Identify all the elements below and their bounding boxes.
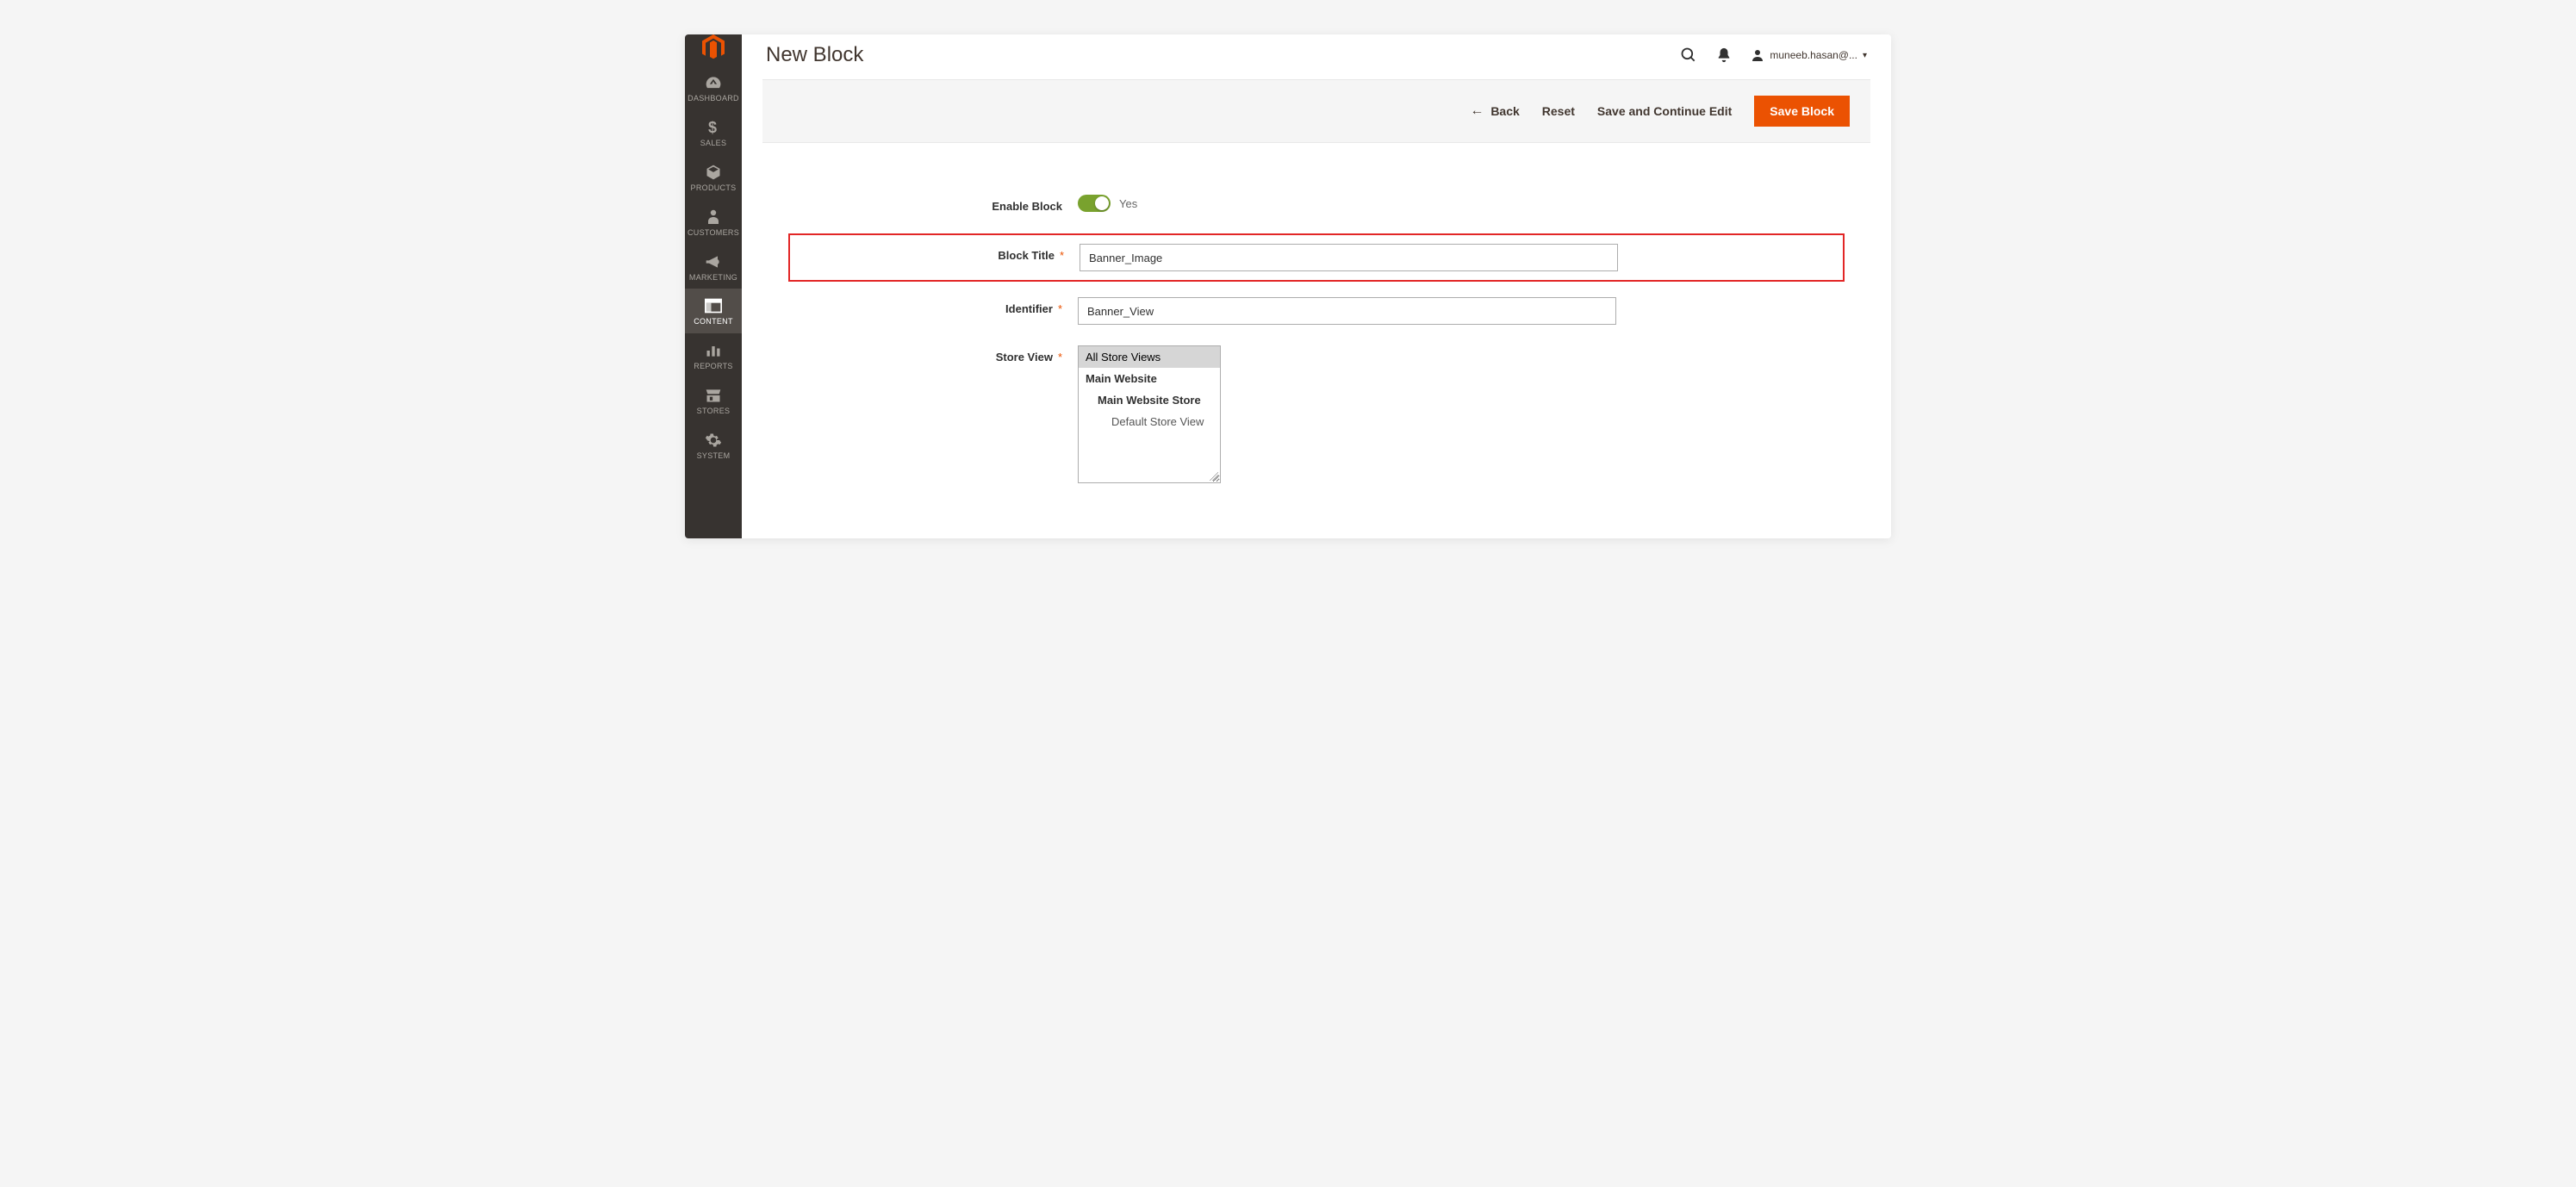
arrow-left-icon: ← xyxy=(1470,103,1484,119)
svg-text:$: $ xyxy=(708,119,717,136)
sidebar-item-label: CUSTOMERS xyxy=(688,229,739,238)
storefront-icon xyxy=(705,387,722,404)
sidebar-item-customers[interactable]: CUSTOMERS xyxy=(685,200,742,245)
box-icon xyxy=(705,164,722,181)
person-icon xyxy=(706,208,720,226)
user-display-name: muneeb.hasan@... xyxy=(1770,49,1857,61)
sidebar-item-label: SYSTEM xyxy=(697,452,731,461)
megaphone-icon xyxy=(705,253,722,270)
sidebar-item-reports[interactable]: REPORTS xyxy=(685,333,742,378)
sidebar-item-label: SALES xyxy=(700,140,727,148)
store-view-option-main-website-store[interactable]: Main Website Store xyxy=(1079,389,1220,411)
form-field-col: Yes xyxy=(1078,195,1616,212)
sidebar-item-label: STORES xyxy=(697,407,731,416)
enable-block-row: Enable Block Yes xyxy=(793,195,1839,213)
sidebar-item-label: CONTENT xyxy=(694,318,733,326)
form-label-col: Identifier * xyxy=(793,297,1078,315)
sidebar-item-label: MARKETING xyxy=(689,274,737,283)
store-view-option-all[interactable]: All Store Views xyxy=(1079,346,1220,368)
magento-logo[interactable] xyxy=(685,34,742,65)
search-icon[interactable] xyxy=(1680,47,1697,64)
identifier-label: Identifier xyxy=(1005,302,1053,315)
dollar-icon: $ xyxy=(706,119,720,136)
required-indicator: * xyxy=(1058,351,1062,364)
enable-block-label: Enable Block xyxy=(992,200,1062,213)
caret-down-icon: ▾ xyxy=(1863,51,1867,60)
sidebar-item-label: DASHBOARD xyxy=(688,95,739,103)
save-continue-button[interactable]: Save and Continue Edit xyxy=(1597,104,1732,118)
reset-label: Reset xyxy=(1542,104,1575,118)
user-account-menu[interactable]: muneeb.hasan@... ▾ xyxy=(1751,48,1867,62)
required-indicator: * xyxy=(1058,302,1062,315)
sidebar-item-label: PRODUCTS xyxy=(691,184,737,193)
block-title-label: Block Title xyxy=(998,249,1055,262)
identifier-input[interactable] xyxy=(1078,297,1616,325)
app-window: DASHBOARD $ SALES PRODUCTS CUSTOMERS MAR… xyxy=(685,34,1891,538)
form-label-col: Enable Block xyxy=(793,195,1078,213)
sidebar-item-label: REPORTS xyxy=(694,363,732,371)
form-label-col: Store View * xyxy=(793,345,1078,364)
layout-icon xyxy=(705,297,722,314)
gear-icon xyxy=(705,432,722,449)
topbar: New Block muneeb.hasan@... ▾ xyxy=(742,34,1891,79)
sidebar-item-dashboard[interactable]: DASHBOARD xyxy=(685,65,742,110)
barchart-icon xyxy=(705,342,722,359)
save-block-button[interactable]: Save Block xyxy=(1754,96,1850,127)
sidebar-item-sales[interactable]: $ SALES xyxy=(685,110,742,155)
form-label-col: Block Title * xyxy=(795,244,1080,262)
magento-logo-icon xyxy=(702,34,725,60)
block-title-input[interactable] xyxy=(1080,244,1618,271)
admin-sidebar: DASHBOARD $ SALES PRODUCTS CUSTOMERS MAR… xyxy=(685,34,742,538)
page-title: New Block xyxy=(766,43,1680,67)
notifications-icon[interactable] xyxy=(1716,47,1732,64)
store-view-row: Store View * All Store Views Main Websit… xyxy=(793,345,1839,483)
block-form: Enable Block Yes Block Title * xyxy=(742,143,1891,538)
form-field-col xyxy=(1078,297,1616,325)
enable-block-value-text: Yes xyxy=(1119,197,1137,210)
gauge-icon xyxy=(705,74,722,91)
save-continue-label: Save and Continue Edit xyxy=(1597,104,1732,118)
enable-block-toggle[interactable] xyxy=(1078,195,1111,212)
sidebar-item-content[interactable]: CONTENT xyxy=(685,289,742,333)
topbar-icons: muneeb.hasan@... ▾ xyxy=(1680,47,1867,64)
user-icon xyxy=(1751,48,1764,62)
sidebar-item-stores[interactable]: STORES xyxy=(685,378,742,423)
back-button[interactable]: ← Back xyxy=(1470,103,1519,119)
store-view-option-main-website[interactable]: Main Website xyxy=(1079,368,1220,389)
store-view-label: Store View xyxy=(996,351,1053,364)
store-view-select[interactable]: All Store Views Main Website Main Websit… xyxy=(1078,345,1221,483)
block-title-row: Block Title * xyxy=(788,233,1845,282)
page-actions-toolbar: ← Back Reset Save and Continue Edit Save… xyxy=(762,79,1870,143)
main-content: New Block muneeb.hasan@... ▾ ← Back xyxy=(742,34,1891,538)
store-view-option-default-store-view[interactable]: Default Store View xyxy=(1079,411,1220,432)
toggle-knob xyxy=(1095,196,1109,210)
sidebar-item-system[interactable]: SYSTEM xyxy=(685,423,742,468)
required-indicator: * xyxy=(1060,249,1064,262)
sidebar-item-products[interactable]: PRODUCTS xyxy=(685,155,742,200)
back-label: Back xyxy=(1490,104,1519,118)
reset-button[interactable]: Reset xyxy=(1542,104,1575,118)
form-field-col: All Store Views Main Website Main Websit… xyxy=(1078,345,1839,483)
form-field-col xyxy=(1080,244,1618,271)
sidebar-item-marketing[interactable]: MARKETING xyxy=(685,245,742,289)
identifier-row: Identifier * xyxy=(793,297,1839,325)
